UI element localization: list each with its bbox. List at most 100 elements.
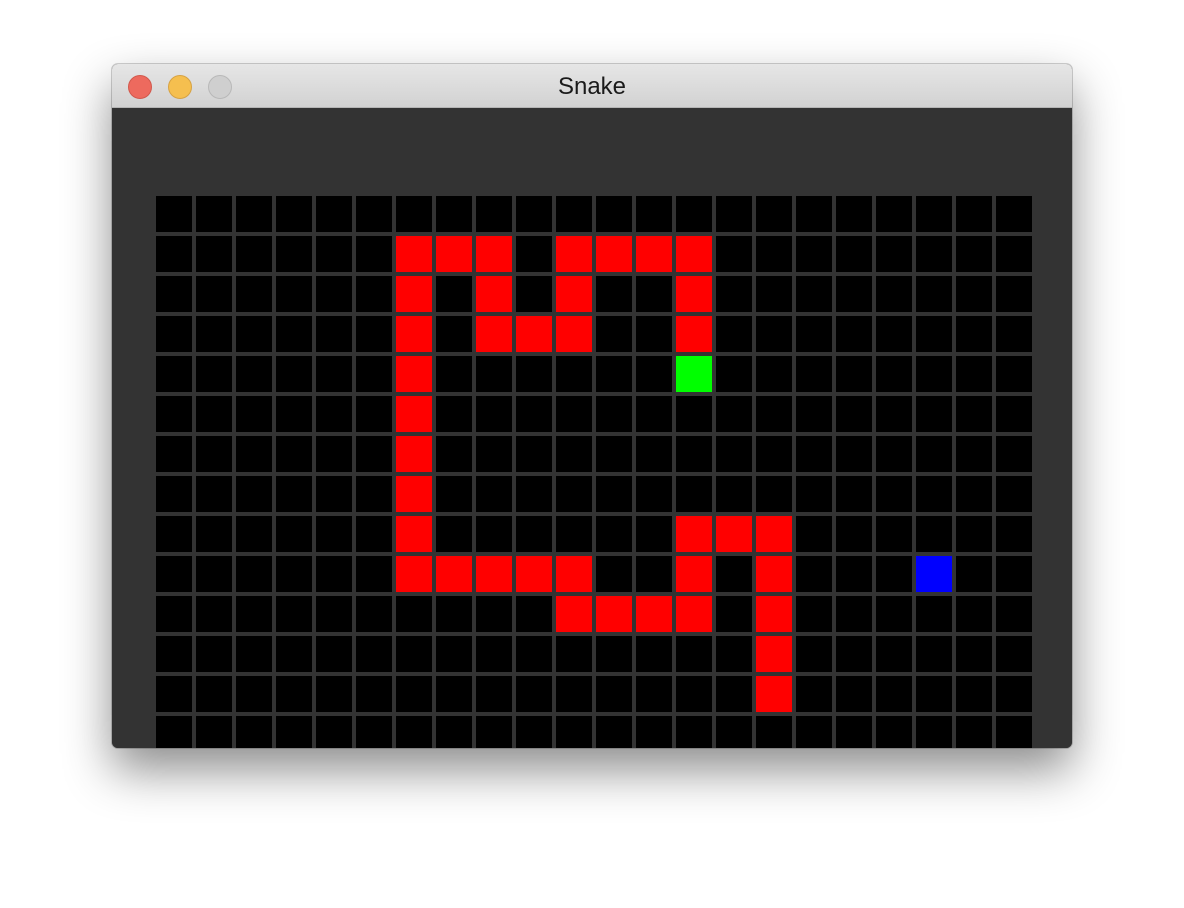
empty-cell — [796, 596, 832, 632]
empty-cell — [916, 596, 952, 632]
empty-cell — [876, 676, 912, 712]
snake-segment — [676, 556, 712, 592]
empty-cell — [916, 236, 952, 272]
empty-cell — [316, 276, 352, 312]
empty-cell — [716, 276, 752, 312]
empty-cell — [196, 716, 232, 748]
empty-cell — [596, 556, 632, 592]
empty-cell — [276, 636, 312, 672]
empty-cell — [516, 236, 552, 272]
empty-cell — [156, 476, 192, 512]
game-board[interactable] — [154, 194, 1032, 748]
empty-cell — [636, 276, 672, 312]
empty-cell — [436, 476, 472, 512]
empty-cell — [556, 676, 592, 712]
empty-cell — [716, 476, 752, 512]
empty-cell — [916, 316, 952, 352]
empty-cell — [476, 476, 512, 512]
snake-segment — [516, 556, 552, 592]
empty-cell — [996, 236, 1032, 272]
empty-cell — [276, 276, 312, 312]
empty-cell — [356, 396, 392, 432]
empty-cell — [956, 396, 992, 432]
empty-cell — [836, 556, 872, 592]
empty-cell — [276, 436, 312, 472]
empty-cell — [756, 236, 792, 272]
empty-cell — [556, 196, 592, 232]
empty-cell — [916, 676, 952, 712]
empty-cell — [876, 196, 912, 232]
empty-cell — [956, 276, 992, 312]
empty-cell — [916, 516, 952, 552]
snake-segment — [676, 516, 712, 552]
empty-cell — [636, 476, 672, 512]
snake-segment — [756, 596, 792, 632]
empty-cell — [356, 196, 392, 232]
empty-cell — [556, 516, 592, 552]
empty-cell — [836, 516, 872, 552]
empty-cell — [276, 316, 312, 352]
food — [916, 556, 952, 592]
empty-cell — [796, 556, 832, 592]
snake-segment — [676, 276, 712, 312]
title-bar[interactable]: Snake — [112, 64, 1072, 108]
empty-cell — [476, 436, 512, 472]
empty-cell — [236, 476, 272, 512]
empty-cell — [836, 316, 872, 352]
empty-cell — [996, 516, 1032, 552]
empty-cell — [756, 436, 792, 472]
empty-cell — [236, 196, 272, 232]
snake-segment — [476, 276, 512, 312]
empty-cell — [636, 436, 672, 472]
empty-cell — [316, 476, 352, 512]
empty-cell — [316, 236, 352, 272]
empty-cell — [796, 196, 832, 232]
empty-cell — [356, 236, 392, 272]
empty-cell — [236, 596, 272, 632]
empty-cell — [196, 316, 232, 352]
empty-cell — [876, 356, 912, 392]
empty-cell — [916, 436, 952, 472]
empty-cell — [716, 676, 752, 712]
empty-cell — [556, 636, 592, 672]
empty-cell — [316, 636, 352, 672]
empty-cell — [156, 236, 192, 272]
snake-segment — [756, 636, 792, 672]
empty-cell — [596, 316, 632, 352]
snake-segment — [716, 516, 752, 552]
empty-cell — [836, 476, 872, 512]
empty-cell — [836, 676, 872, 712]
snake-segment — [556, 556, 592, 592]
empty-cell — [756, 316, 792, 352]
empty-cell — [596, 356, 632, 392]
empty-cell — [676, 196, 712, 232]
empty-cell — [756, 356, 792, 392]
empty-cell — [756, 276, 792, 312]
empty-cell — [636, 316, 672, 352]
empty-cell — [196, 236, 232, 272]
snake-segment — [476, 236, 512, 272]
empty-cell — [916, 196, 952, 232]
empty-cell — [796, 236, 832, 272]
snake-segment — [756, 676, 792, 712]
empty-cell — [356, 516, 392, 552]
empty-cell — [476, 196, 512, 232]
empty-cell — [356, 356, 392, 392]
empty-cell — [196, 436, 232, 472]
empty-cell — [596, 676, 632, 712]
empty-cell — [956, 196, 992, 232]
empty-cell — [796, 276, 832, 312]
empty-cell — [916, 716, 952, 748]
empty-cell — [996, 316, 1032, 352]
empty-cell — [516, 276, 552, 312]
empty-cell — [876, 276, 912, 312]
snake-segment — [396, 316, 432, 352]
empty-cell — [196, 676, 232, 712]
empty-cell — [236, 636, 272, 672]
empty-cell — [516, 436, 552, 472]
empty-cell — [156, 556, 192, 592]
empty-cell — [476, 716, 512, 748]
empty-cell — [796, 676, 832, 712]
empty-cell — [516, 636, 552, 672]
snake-segment — [676, 316, 712, 352]
